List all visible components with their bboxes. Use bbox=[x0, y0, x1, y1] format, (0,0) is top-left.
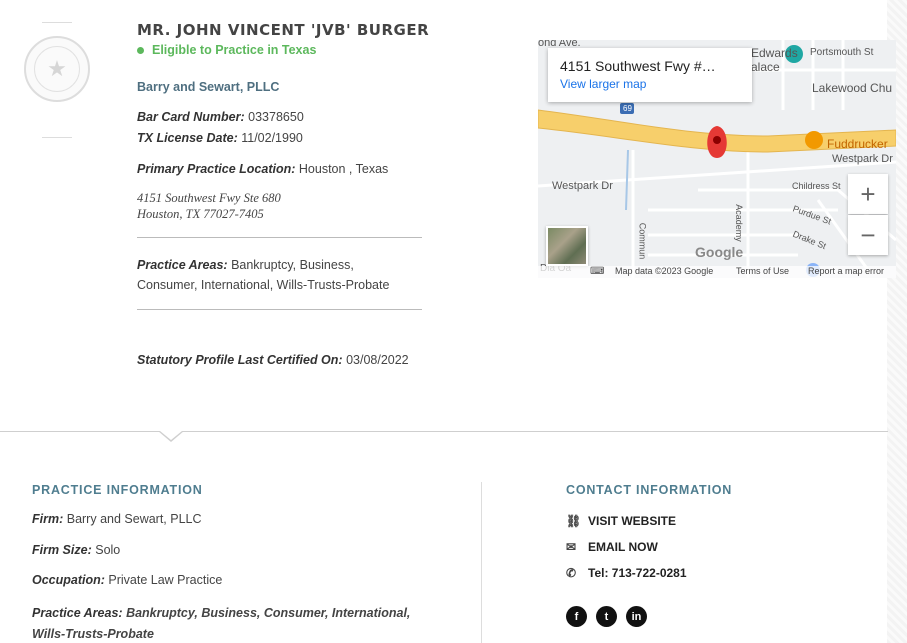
seal-image: ★ bbox=[24, 36, 90, 102]
office-address: 4151 Southwest Fwy Ste 680 Houston, TX 7… bbox=[137, 190, 281, 222]
practice-areas-label: Practice Areas: bbox=[32, 606, 123, 620]
bar-card-value: 03378650 bbox=[248, 110, 304, 124]
view-larger-map-link[interactable]: View larger map bbox=[560, 77, 740, 91]
firm-link[interactable]: Barry and Sewart, PLLC bbox=[137, 80, 279, 94]
envelope-icon: ✉ bbox=[566, 540, 577, 554]
eligibility-text: Eligible to Practice in Texas bbox=[152, 43, 317, 57]
location-value: Houston , Texas bbox=[298, 162, 389, 176]
firm-value: Barry and Sewart, PLLC bbox=[66, 512, 202, 526]
email-now-link[interactable]: ✉ EMAIL NOW bbox=[566, 540, 658, 554]
practice-areas: Practice Areas: Bankruptcy, Business, Co… bbox=[137, 255, 417, 295]
license-value: 11/02/1990 bbox=[241, 131, 303, 145]
firm-label: Firm: bbox=[32, 512, 64, 526]
map-label-childress: Childress St bbox=[792, 181, 841, 191]
license-label: TX License Date: bbox=[137, 131, 238, 145]
certified-value: 03/08/2022 bbox=[346, 353, 409, 367]
map-footer: ⌨ Map data ©2023 Google Terms of Use Rep… bbox=[538, 266, 896, 278]
website-label: VISIT WEBSITE bbox=[588, 514, 677, 528]
location-label: Primary Practice Location: bbox=[137, 162, 296, 176]
divider-notch-inner bbox=[160, 431, 182, 440]
certified-date: Statutory Profile Last Certified On: 03/… bbox=[137, 353, 409, 367]
zoom-in-button[interactable]: + bbox=[848, 174, 888, 214]
map-label-fuddruckers: Fuddrucker bbox=[827, 137, 888, 151]
linkedin-icon[interactable]: in bbox=[626, 606, 647, 627]
zoom-out-button[interactable]: − bbox=[848, 215, 888, 255]
license-date: TX License Date: 11/02/1990 bbox=[137, 131, 303, 145]
practice-occupation: Occupation: Private Law Practice bbox=[32, 573, 222, 587]
areas-label: Practice Areas: bbox=[137, 258, 228, 272]
link-icon: ⛓ bbox=[566, 514, 582, 528]
occupation-label: Occupation: bbox=[32, 573, 105, 587]
eligibility-status: Eligible to Practice in Texas bbox=[137, 43, 316, 57]
practice-info-title: PRACTICE INFORMATION bbox=[32, 483, 203, 497]
bar-card-label: Bar Card Number: bbox=[137, 110, 245, 124]
map-label-westpark-left: Westpark Dr bbox=[552, 180, 613, 192]
occupation-value: Private Law Practice bbox=[108, 573, 223, 587]
visit-website-link[interactable]: ⛓ VISIT WEBSITE bbox=[566, 514, 676, 528]
twitter-icon[interactable]: t bbox=[596, 606, 617, 627]
divider-line bbox=[137, 309, 422, 310]
phone-link[interactable]: ✆ Tel: 713-722-0281 bbox=[566, 566, 687, 580]
satellite-toggle[interactable] bbox=[546, 226, 588, 266]
map-label-portsmouth: Portsmouth St bbox=[810, 47, 874, 58]
phone-label: Tel: 713-722-0281 bbox=[588, 566, 687, 580]
address-line1: 4151 Southwest Fwy Ste 680 bbox=[137, 191, 281, 205]
map-label-commun: Commun bbox=[637, 222, 648, 260]
map-data-text: Map data ©2023 Google bbox=[615, 266, 714, 276]
practice-firm: Firm: Barry and Sewart, PLLC bbox=[32, 512, 202, 526]
column-divider bbox=[481, 482, 482, 643]
size-value: Solo bbox=[95, 543, 121, 557]
phone-icon: ✆ bbox=[566, 566, 577, 580]
star-icon: ★ bbox=[34, 46, 80, 92]
practice-firm-size: Firm Size: Solo bbox=[32, 543, 120, 557]
attorney-name: MR. JOHN VINCENT 'JVB' BURGER bbox=[137, 21, 430, 39]
size-label: Firm Size: bbox=[32, 543, 92, 557]
google-logo: Google bbox=[695, 244, 744, 260]
keyboard-icon[interactable]: ⌨ bbox=[590, 266, 604, 277]
map-label-westpark-right: Westpark Dr bbox=[832, 153, 893, 165]
status-dot-icon bbox=[137, 46, 144, 54]
seal-line-top bbox=[42, 22, 72, 23]
map-label-academy: Academy bbox=[733, 204, 744, 242]
primary-location: Primary Practice Location: Houston , Tex… bbox=[137, 162, 388, 176]
facebook-icon[interactable]: f bbox=[566, 606, 587, 627]
certified-label: Statutory Profile Last Certified On: bbox=[137, 353, 343, 367]
map-label-edwards: Edwards bbox=[751, 46, 798, 60]
contact-info-title: CONTACT INFORMATION bbox=[566, 483, 733, 497]
map-info-card: 4151 Southwest Fwy #… View larger map bbox=[548, 48, 752, 102]
route-69-icon: 69 bbox=[623, 104, 632, 113]
divider-line bbox=[137, 237, 422, 238]
google-map[interactable]: ond Ave. Edwards alace Portsmouth St Lak… bbox=[538, 40, 896, 278]
map-label-lakewood: Lakewood Chu bbox=[812, 81, 893, 95]
practice-areas-bottom: Practice Areas: Bankruptcy, Business, Co… bbox=[32, 603, 432, 643]
email-label: EMAIL NOW bbox=[588, 540, 658, 554]
seal-line-bottom bbox=[42, 137, 72, 138]
bar-card-number: Bar Card Number: 03378650 bbox=[137, 110, 304, 124]
map-card-address: 4151 Southwest Fwy #… bbox=[560, 58, 716, 74]
state-bar-seal: ★ bbox=[22, 22, 92, 138]
report-error-link[interactable]: Report a map error bbox=[808, 266, 884, 276]
terms-link[interactable]: Terms of Use bbox=[736, 266, 789, 276]
address-line2: Houston, TX 77027-7405 bbox=[137, 207, 264, 221]
section-divider bbox=[0, 431, 888, 432]
map-label-palace: alace bbox=[751, 60, 780, 74]
